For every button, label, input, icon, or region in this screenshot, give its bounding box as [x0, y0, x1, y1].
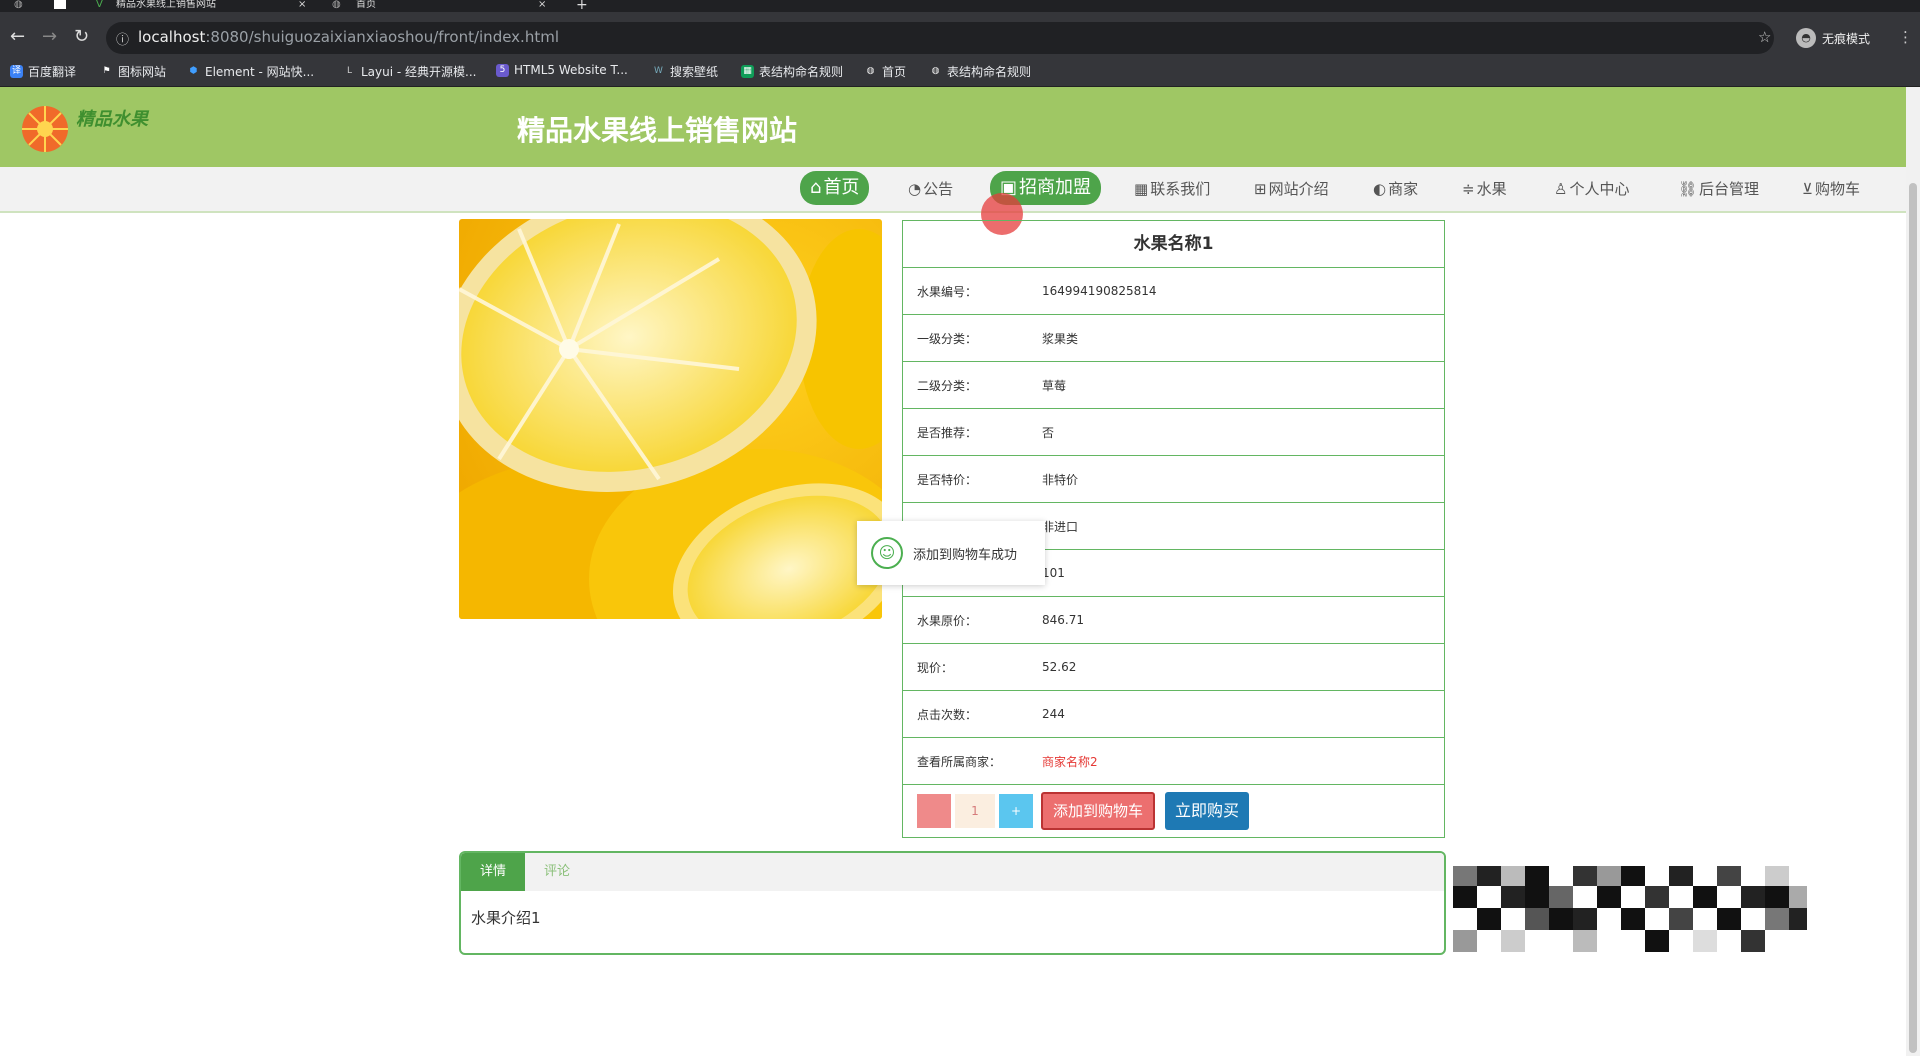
scrollbar[interactable] [1906, 87, 1920, 1056]
menu-icon[interactable]: ⋮ [1898, 28, 1913, 46]
success-toast: ☺ 添加到购物车成功 [857, 521, 1045, 585]
info-row: 现价： 52.62 [903, 644, 1444, 691]
detail-content: 水果介绍1 [471, 909, 541, 927]
quantity-minus-button[interactable] [917, 794, 951, 828]
info-row: 查看所属商家： 商家名称2 [903, 738, 1444, 785]
bookmark-item[interactable]: ⬢ Element - 网站快... [187, 63, 315, 80]
detail-tabs: 详情 评论 水果介绍1 [459, 851, 1446, 955]
layui-icon: L [346, 66, 352, 76]
browser-tab-1[interactable]: 精品水果线上销售网站 [116, 0, 216, 12]
bookmark-item[interactable]: ◍ 首页 [864, 63, 906, 80]
sheet-icon: ▦ [741, 65, 754, 78]
merchant-link[interactable]: 商家名称2 [1042, 753, 1098, 770]
lemon-image [459, 219, 882, 619]
sliders-icon: ≑ [1462, 180, 1475, 198]
flag-icon: ⚑ [102, 66, 111, 76]
bookmark-star-icon[interactable]: ☆ [1758, 28, 1771, 46]
forward-icon[interactable]: → [42, 26, 57, 47]
pixelated-overlay [1453, 866, 1807, 952]
bookmark-item[interactable]: ⚑ 图标网站 [100, 63, 166, 80]
bookmark-item[interactable]: 5 HTML5 Website T... [496, 63, 628, 77]
browser-tab-2[interactable]: 首页 [356, 0, 376, 12]
nav-home[interactable]: ⌂ 首页 [800, 171, 870, 205]
bookmark-item[interactable]: ▦ 表结构命名规则 [741, 63, 843, 80]
tab-globe-icon: ◍ [332, 0, 341, 10]
translate-icon: 译 [10, 65, 23, 78]
page: 精品水果 精品水果线上销售网站 ⌂ 首页 ◔ 公告 ▣ 招商加盟 ▦ 联系我们 ⊞ 网站介… [0, 87, 1906, 1056]
info-row: 水果原价： 846.71 [903, 597, 1444, 644]
nav-admin[interactable]: ⛓ 后台管理 [1672, 175, 1765, 203]
browser-tab-strip: ◍ V 精品水果线上销售网站 × ◍ 首页 × + [0, 0, 1920, 12]
buy-now-button[interactable]: 立即购买 [1165, 792, 1250, 830]
tab-details[interactable]: 详情 [461, 853, 525, 891]
palette-icon: ◐ [1373, 180, 1387, 198]
nav-profile[interactable]: ♙ 个人中心 [1548, 175, 1635, 203]
new-tab-icon[interactable]: + [576, 0, 588, 12]
product-name: 水果名称1 [903, 221, 1444, 268]
site-title: 精品水果线上销售网站 [517, 114, 798, 147]
main-nav: ⌂ 首页 ◔ 公告 ▣ 招商加盟 ▦ 联系我们 ⊞ 网站介绍 ◐ 商家 ≑ 水果 ♙ 个人中心 … [0, 167, 1906, 213]
apps-icon: ⊞ [1254, 180, 1267, 198]
nav-fruits[interactable]: ≑ 水果 [1456, 175, 1513, 203]
nav-cart[interactable]: ⊻ 购物车 [1796, 175, 1866, 203]
speedometer-icon: ◔ [908, 180, 922, 198]
window-icon [54, 0, 66, 9]
info-icon[interactable]: ⓘ [116, 29, 129, 48]
info-row: 水果编号： 164994190825814 [903, 268, 1444, 315]
nav-contact[interactable]: ▦ 联系我们 [1128, 175, 1216, 203]
close-tab-icon[interactable]: × [298, 0, 306, 12]
user-icon: ♙ [1554, 180, 1568, 198]
back-icon[interactable]: ← [10, 26, 25, 47]
product-image[interactable] [459, 219, 882, 619]
info-row: 是否推荐：否 [903, 409, 1444, 456]
element-icon: ⬢ [189, 66, 198, 76]
info-row: 点击次数： 244 [903, 691, 1444, 738]
nav-merchants[interactable]: ◐ 商家 [1367, 175, 1424, 203]
toast-message: 添加到购物车成功 [913, 547, 1018, 563]
nav-notice[interactable]: ◔ 公告 [902, 175, 959, 203]
incognito-icon: ◓ [1796, 28, 1816, 48]
site-logo[interactable]: 精品水果 [18, 97, 168, 152]
link-icon: ⛓ [1678, 180, 1698, 198]
html5-icon: 5 [496, 63, 509, 77]
globe-icon: ◍ [866, 66, 875, 76]
globe-icon: ◍ [931, 66, 940, 76]
reload-icon[interactable]: ↻ [74, 26, 89, 47]
url-text: localhost:8080/shuiguozaixianxiaoshou/fr… [138, 28, 559, 46]
profile-button[interactable]: ◓ 无痕模式 [1796, 28, 1870, 48]
home-icon: ⌂ [810, 177, 822, 198]
quantity-plus-button[interactable]: + [999, 794, 1033, 828]
bookmark-item[interactable]: 译百度翻译 [10, 63, 76, 80]
info-row: 一级分类： 浆果类 [903, 315, 1444, 362]
smile-icon: ☺ [871, 537, 903, 569]
logo-text: 精品水果 [76, 109, 148, 130]
wallpaper-icon: W [654, 66, 663, 76]
grid-icon: ▦ [1134, 180, 1149, 198]
bookmark-item[interactable]: ◍ 表结构命名规则 [929, 63, 1031, 80]
vue-icon: V [96, 0, 103, 10]
nav-about[interactable]: ⊞ 网站介绍 [1248, 175, 1335, 203]
cart-icon: ⊻ [1802, 180, 1813, 198]
close-tab-icon[interactable]: × [538, 0, 546, 12]
purchase-actions: 1 + 添加到购物车 立即购买 [903, 785, 1444, 837]
add-to-cart-button[interactable]: 添加到购物车 [1041, 792, 1156, 830]
info-row: 二级分类： 草莓 [903, 362, 1444, 409]
browser-globe-icon: ◍ [14, 0, 23, 10]
info-row: 是否特价： 非特价 [903, 456, 1444, 503]
tab-header: 详情 评论 [461, 853, 1444, 891]
bookmark-item[interactable]: L Layui - 经典开源模... [343, 63, 477, 80]
bookmark-item[interactable]: W 搜索壁纸 [652, 63, 718, 80]
site-header: 精品水果 精品水果线上销售网站 [0, 87, 1906, 167]
scrollbar-thumb[interactable] [1909, 183, 1917, 1053]
tab-comments[interactable]: 评论 [525, 853, 589, 891]
quantity-input[interactable]: 1 [955, 794, 995, 828]
